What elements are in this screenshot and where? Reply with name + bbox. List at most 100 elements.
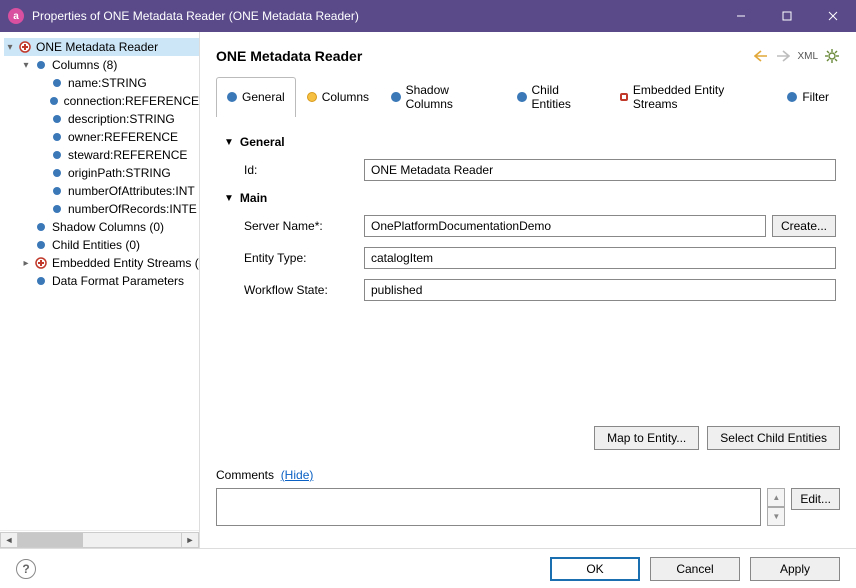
tab-embedded[interactable]: Embedded Entity Streams — [609, 77, 776, 117]
tree-label: connection:REFERENCE — [64, 94, 199, 108]
label-entity: Entity Type: — [244, 251, 364, 265]
window-title: Properties of ONE Metadata Reader (ONE M… — [32, 9, 718, 23]
tree-col-item[interactable]: ·numberOfRecords:INTE — [4, 200, 199, 218]
tab-label: Embedded Entity Streams — [633, 83, 765, 111]
tree-col-item[interactable]: ·originPath:STRING — [4, 164, 199, 182]
tree-label: name:STRING — [68, 76, 147, 90]
tree[interactable]: ▾ ONE Metadata Reader ▾ Columns (8) ·nam… — [0, 38, 199, 530]
scroll-thumb[interactable] — [18, 533, 83, 547]
tab-filter[interactable]: Filter — [776, 77, 840, 117]
comments-section: Comments (Hide) ▲▼ Edit... — [216, 468, 840, 526]
tree-shadow[interactable]: ·Shadow Columns (0) — [4, 218, 199, 236]
tree-col-item[interactable]: ·description:STRING — [4, 110, 199, 128]
tree-label: owner:REFERENCE — [68, 130, 178, 144]
tab-bullet-icon — [227, 92, 237, 102]
main-panel: ONE Metadata Reader XML General Columns … — [200, 32, 856, 548]
tabs: General Columns Shadow Columns Child Ent… — [216, 76, 840, 117]
help-icon[interactable]: ? — [16, 559, 36, 579]
minimize-button[interactable] — [718, 0, 764, 32]
spin-up-icon[interactable]: ▲ — [767, 488, 785, 507]
tree-embedded[interactable]: ▸Embedded Entity Streams ( — [4, 254, 199, 272]
section-main[interactable]: ▼ Main — [224, 191, 836, 205]
bullet-icon — [50, 184, 64, 198]
spin-buttons[interactable]: ▲▼ — [767, 488, 785, 526]
bullet-icon — [34, 58, 48, 72]
sidebar: ▾ ONE Metadata Reader ▾ Columns (8) ·nam… — [0, 32, 200, 548]
apply-button[interactable]: Apply — [750, 557, 840, 581]
tree-col-item[interactable]: ·connection:REFERENCE — [4, 92, 199, 110]
label-server: Server Name*: — [244, 219, 364, 233]
tab-label: Child Entities — [532, 83, 599, 111]
spin-down-icon[interactable]: ▼ — [767, 507, 785, 526]
horizontal-scrollbar[interactable]: ◄ ► — [0, 530, 199, 548]
close-button[interactable] — [810, 0, 856, 32]
tree-label: Data Format Parameters — [52, 274, 184, 288]
tree-columns[interactable]: ▾ Columns (8) — [4, 56, 199, 74]
bullet-icon — [50, 202, 64, 216]
tree-label: numberOfAttributes:INT — [68, 184, 195, 198]
tab-general[interactable]: General — [216, 77, 296, 117]
bullet-icon — [50, 76, 64, 90]
tree-label: numberOfRecords:INTE — [68, 202, 197, 216]
titlebar: a Properties of ONE Metadata Reader (ONE… — [0, 0, 856, 32]
scroll-track[interactable] — [18, 532, 181, 548]
tab-child[interactable]: Child Entities — [506, 77, 609, 117]
tab-bullet-icon — [517, 92, 527, 102]
caret-down-icon: ▼ — [224, 193, 234, 204]
tree-root[interactable]: ▾ ONE Metadata Reader — [4, 38, 199, 56]
bullet-icon — [34, 220, 48, 234]
tree-col-item[interactable]: ·owner:REFERENCE — [4, 128, 199, 146]
section-general[interactable]: ▼General — [224, 135, 836, 149]
tab-component-icon — [620, 93, 628, 101]
tree-col-item[interactable]: ·name:STRING — [4, 74, 199, 92]
bullet-icon — [50, 166, 64, 180]
scroll-left-button[interactable]: ◄ — [0, 532, 18, 548]
cancel-button[interactable]: Cancel — [650, 557, 740, 581]
tab-bullet-icon — [391, 92, 401, 102]
tree-label: steward:REFERENCE — [68, 148, 187, 162]
workflow-state-input[interactable] — [364, 279, 836, 301]
edit-button[interactable]: Edit... — [791, 488, 840, 510]
tree-child[interactable]: ·Child Entities (0) — [4, 236, 199, 254]
hide-link[interactable]: (Hide) — [281, 468, 314, 482]
server-name-input[interactable] — [364, 215, 766, 237]
tab-label: Columns — [322, 90, 369, 104]
create-button[interactable]: Create... — [772, 215, 836, 237]
scroll-right-button[interactable]: ► — [181, 532, 199, 548]
tree-format[interactable]: ·Data Format Parameters — [4, 272, 199, 290]
tree-label: Embedded Entity Streams ( — [52, 256, 199, 270]
gear-icon[interactable] — [824, 48, 840, 64]
tab-label: Filter — [802, 90, 829, 104]
tree-label: description:STRING — [68, 112, 175, 126]
comments-textarea[interactable] — [216, 488, 761, 526]
component-icon — [18, 40, 32, 54]
map-to-entity-button[interactable]: Map to Entity... — [594, 426, 699, 450]
label-workflow: Workflow State: — [244, 283, 364, 297]
bullet-icon — [50, 148, 64, 162]
xml-button[interactable]: XML — [797, 51, 818, 62]
ok-button[interactable]: OK — [550, 557, 640, 581]
tree-label: ONE Metadata Reader — [36, 40, 158, 54]
tree-col-item[interactable]: ·steward:REFERENCE — [4, 146, 199, 164]
tree-label: Child Entities (0) — [52, 238, 140, 252]
tab-bullet-icon — [787, 92, 797, 102]
label-id: Id: — [244, 163, 364, 177]
tree-label: Shadow Columns (0) — [52, 220, 164, 234]
tab-label: Shadow Columns — [406, 83, 495, 111]
section-label: General — [240, 135, 285, 149]
tab-label: General — [242, 90, 285, 104]
tab-shadow[interactable]: Shadow Columns — [380, 77, 506, 117]
forward-icon[interactable] — [775, 48, 791, 64]
bullet-icon — [50, 130, 64, 144]
section-label: Main — [240, 191, 267, 205]
entity-type-input[interactable] — [364, 247, 836, 269]
back-icon[interactable] — [753, 48, 769, 64]
tab-warn-icon — [307, 92, 317, 102]
component-icon — [34, 256, 48, 270]
tree-col-item[interactable]: ·numberOfAttributes:INT — [4, 182, 199, 200]
page-title: ONE Metadata Reader — [216, 48, 753, 64]
maximize-button[interactable] — [764, 0, 810, 32]
select-child-entities-button[interactable]: Select Child Entities — [707, 426, 840, 450]
tab-columns[interactable]: Columns — [296, 77, 380, 117]
id-input[interactable] — [364, 159, 836, 181]
